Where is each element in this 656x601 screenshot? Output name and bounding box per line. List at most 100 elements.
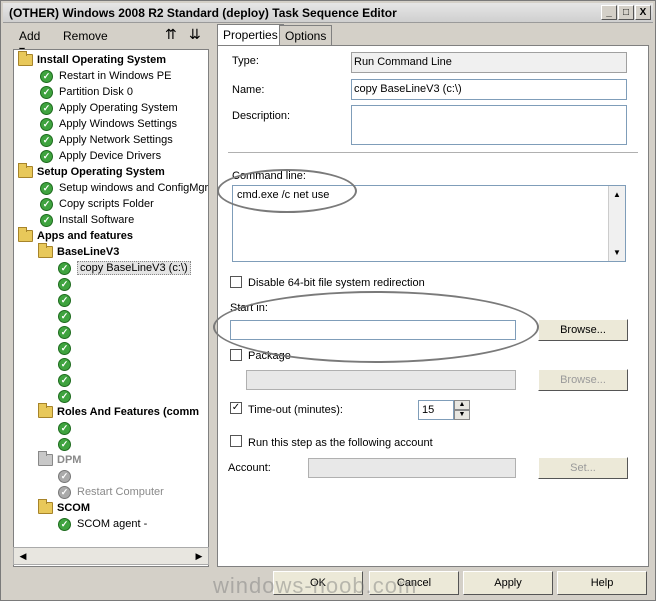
tree-step-scom-agent[interactable]: ✓ SCOM agent - [58, 516, 147, 532]
package-field [246, 370, 516, 390]
tree-step-obscured[interactable]: ✓ [58, 324, 77, 340]
success-check-icon: ✓ [58, 421, 71, 435]
tree-step-copy-baselinev3[interactable]: ✓ copy BaseLineV3 (c:\) [58, 260, 191, 276]
tree-step-install-software[interactable]: ✓ Install Software [40, 212, 134, 228]
tree-horizontal-scrollbar[interactable]: ◀ ▶ [13, 547, 209, 565]
folder-icon [38, 243, 53, 258]
success-check-icon: ✓ [40, 117, 53, 131]
scroll-up-icon[interactable]: ▲ [610, 188, 624, 201]
maximize-button[interactable]: □ [618, 5, 634, 20]
spin-up-icon[interactable]: ▲ [454, 400, 470, 410]
tree-step-obscured[interactable]: ✓ [58, 276, 77, 292]
success-check-icon: ✓ [40, 213, 53, 227]
description-label: Description: [232, 110, 291, 122]
success-check-icon: ✓ [40, 101, 53, 115]
timeout-label: Time-out (minutes): [248, 404, 343, 416]
scroll-down-icon[interactable]: ▼ [610, 246, 624, 259]
tree-step-obscured[interactable]: ✓ [58, 356, 77, 372]
timeout-value[interactable]: 15 [418, 400, 454, 420]
move-down-icon[interactable]: ⇊ [189, 26, 201, 43]
scroll-left-icon[interactable]: ◀ [16, 550, 30, 563]
folder-icon [18, 51, 33, 66]
description-field[interactable] [351, 105, 627, 145]
close-button[interactable]: X [635, 5, 651, 20]
success-check-icon: ✓ [40, 197, 53, 211]
start-in-field[interactable] [230, 320, 516, 340]
tree-step-copy-scripts-folder[interactable]: ✓ Copy scripts Folder [40, 196, 154, 212]
tree-group-scom[interactable]: SCOM [38, 499, 90, 516]
success-check-icon: ✓ [58, 357, 71, 371]
tree-step-apply-device-drivers[interactable]: ✓ Apply Device Drivers [40, 148, 161, 164]
folder-icon [38, 403, 53, 418]
move-up-icon[interactable]: ⇈ [165, 26, 177, 43]
success-check-icon: ✓ [58, 293, 71, 307]
success-check-icon: ✓ [58, 341, 71, 355]
set-account-button[interactable]: Set... [538, 457, 628, 479]
success-check-icon: ✓ [58, 517, 71, 531]
tree-step-obscured[interactable]: ✓ [58, 468, 77, 484]
run-as-account-label: Run this step as the following account [248, 437, 433, 449]
folder-icon [38, 499, 53, 514]
timeout-checkbox[interactable]: ✓ [230, 402, 242, 414]
scroll-right-icon[interactable]: ▶ [192, 550, 206, 563]
properties-panel: Type: Run Command Line Name: copy BaseLi… [217, 45, 649, 567]
success-check-icon: ✓ [58, 309, 71, 323]
remove-button[interactable]: Remove [63, 29, 108, 43]
tab-properties[interactable]: Properties [217, 24, 284, 45]
folder-icon [18, 163, 33, 178]
tree-step-partition-disk[interactable]: ✓ Partition Disk 0 [40, 84, 133, 100]
command-line-scrollbar[interactable]: ▲ ▼ [608, 186, 625, 261]
task-sequence-editor-window: (OTHER) Windows 2008 R2 Standard (deploy… [0, 0, 656, 601]
tree-step-obscured[interactable]: ✓ [58, 388, 77, 404]
disabled-check-icon: ✓ [58, 469, 71, 483]
success-check-icon: ✓ [40, 85, 53, 99]
tab-options[interactable]: Options [279, 25, 333, 45]
tree-step-obscured[interactable]: ✓ [58, 420, 77, 436]
spin-down-icon[interactable]: ▼ [454, 410, 470, 420]
tree-step-apply-network-settings[interactable]: ✓ Apply Network Settings [40, 132, 173, 148]
command-line-field[interactable]: cmd.exe /c net use ▲ ▼ [232, 185, 626, 262]
disabled-check-icon: ✓ [58, 485, 71, 499]
help-button[interactable]: Help [557, 571, 647, 595]
success-check-icon: ✓ [58, 437, 71, 451]
tree-step-obscured[interactable]: ✓ [58, 436, 77, 452]
tree-group-baselinev3[interactable]: BaseLineV3 [38, 243, 119, 260]
tree-step-restart-computer[interactable]: ✓ Restart Computer [58, 484, 164, 500]
folder-icon [18, 227, 33, 242]
tree-step-apply-windows-settings[interactable]: ✓ Apply Windows Settings [40, 116, 177, 132]
title-bar: (OTHER) Windows 2008 R2 Standard (deploy… [3, 3, 653, 23]
tree-step-obscured[interactable]: ✓ [58, 292, 77, 308]
browse-button[interactable]: Browse... [538, 319, 628, 341]
tree-step-obscured[interactable]: ✓ [58, 372, 77, 388]
name-label: Name: [232, 84, 265, 96]
tree-step-restart-winpe[interactable]: ✓ Restart in Windows PE [40, 68, 171, 84]
run-as-account-checkbox[interactable] [230, 435, 242, 447]
name-field[interactable]: copy BaseLineV3 (c:\) [351, 79, 627, 100]
browse-package-button[interactable]: Browse... [538, 369, 628, 391]
separator [228, 152, 638, 153]
minimize-button[interactable]: _ [601, 5, 617, 20]
tree-group-dpm[interactable]: DPM [38, 451, 81, 468]
type-label: Type: [232, 55, 259, 67]
tree-step-apply-os[interactable]: ✓ Apply Operating System [40, 100, 178, 116]
tree-group-install-os[interactable]: Install Operating System [18, 51, 166, 68]
tree-step-obscured[interactable]: ✓ [58, 308, 77, 324]
package-checkbox[interactable] [230, 349, 242, 361]
task-sequence-tree[interactable]: Install Operating System ✓ Restart in Wi… [13, 49, 209, 567]
disable-64bit-label: Disable 64-bit file system redirection [248, 277, 425, 289]
tree-group-roles-features[interactable]: Roles And Features (comm [38, 403, 199, 420]
success-check-icon: ✓ [58, 373, 71, 387]
tree-group-apps-features[interactable]: Apps and features [18, 227, 133, 244]
command-line-text: cmd.exe /c net use [237, 189, 330, 201]
success-check-icon: ✓ [58, 261, 71, 275]
tree-step-setup-windows-configmgr[interactable]: ✓ Setup windows and ConfigMgr [40, 180, 208, 196]
timeout-stepper[interactable]: 15 ▲ ▼ [418, 400, 470, 420]
apply-button[interactable]: Apply [463, 571, 553, 595]
tree-group-setup-os[interactable]: Setup Operating System [18, 163, 165, 180]
disable-64bit-checkbox[interactable] [230, 276, 242, 288]
watermark-text: windows-noob.com [213, 573, 418, 598]
add-label: Add [19, 29, 41, 43]
success-check-icon: ✓ [58, 277, 71, 291]
type-field: Run Command Line [351, 52, 627, 73]
tree-step-obscured[interactable]: ✓ [58, 340, 77, 356]
